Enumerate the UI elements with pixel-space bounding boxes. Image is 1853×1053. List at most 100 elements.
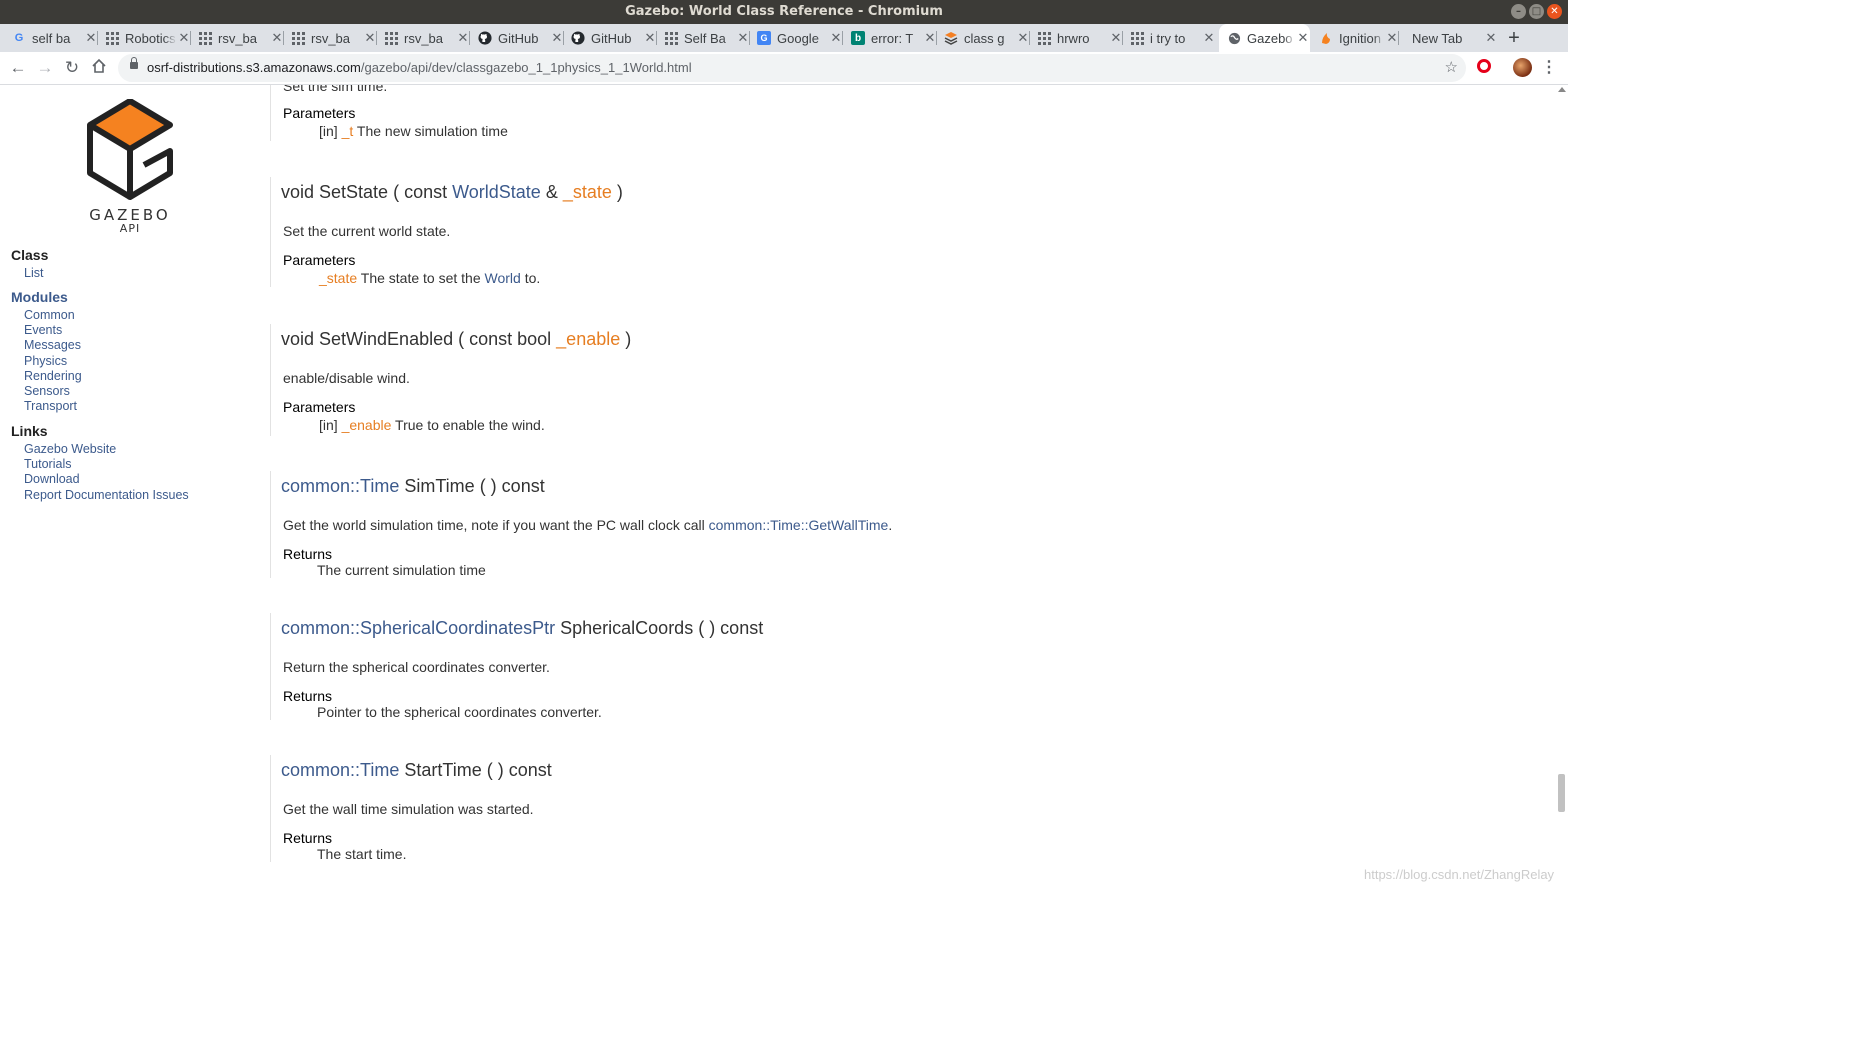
forward-button[interactable]: → [35,58,55,78]
maximize-button[interactable]: □ [1529,4,1544,19]
browser-tab[interactable]: rsv_ba ✕ [198,24,284,52]
apps-grid-icon [291,31,305,45]
tab-title: hrwro [1057,30,1090,46]
common-time-link[interactable]: common::Time [281,476,399,496]
close-tab-icon[interactable]: ✕ [1296,30,1310,46]
tab-title: GitHub [591,30,632,46]
member-description: Get the wall time simulation was started… [283,801,534,817]
close-tab-icon[interactable]: ✕ [363,30,377,46]
tab-title: Google [777,30,819,46]
scroll-up-arrow-icon[interactable] [1558,87,1566,92]
sidebar-link-rendering[interactable]: Rendering [24,369,82,383]
opera-extension-icon[interactable] [1477,59,1491,73]
sidebar-link-transport[interactable]: Transport [24,399,77,413]
sidebar-link-sensors[interactable]: Sensors [24,384,70,398]
bing-icon: b [851,31,865,45]
sidebar-link-gazebo-website[interactable]: Gazebo Website [24,442,116,456]
back-button[interactable]: ← [8,58,28,78]
sidebar-link-physics[interactable]: Physics [24,354,67,368]
browser-tab[interactable]: Ignition ✕ [1319,24,1399,52]
apps-grid-icon [105,31,119,45]
sidebar-link-common[interactable]: Common [24,308,75,322]
close-window-button[interactable]: ✕ [1547,4,1562,19]
bookmark-star-icon[interactable]: ☆ [1445,54,1458,82]
close-tab-icon[interactable]: ✕ [1484,30,1498,46]
browser-tab[interactable]: i try to ✕ [1130,24,1216,52]
sphericalcoordinatesptr-link[interactable]: common::SphericalCoordinatesPtr [281,618,555,638]
browser-tab[interactable]: GitHub ✕ [478,24,564,52]
common-time-link[interactable]: common::Time [281,760,399,780]
close-tab-icon[interactable]: ✕ [177,30,191,46]
url-text[interactable]: osrf-distributions.s3.amazonaws.com/gaze… [147,54,692,82]
member-signature: common::Time StartTime ( ) const [281,760,552,780]
ignition-icon [1319,31,1333,45]
close-tab-icon[interactable]: ✕ [270,30,284,46]
world-link[interactable]: World [485,270,521,286]
browser-tab[interactable]: GitHub ✕ [571,24,657,52]
reload-button[interactable]: ↻ [62,58,82,78]
sidebar-link-list[interactable]: List [24,266,43,280]
tab-title: New Tab [1412,30,1463,46]
lock-icon [130,57,138,69]
close-tab-icon[interactable]: ✕ [1109,30,1123,46]
member-signature: common::Time SimTime ( ) const [281,476,545,496]
worldstate-link[interactable]: WorldState [452,182,541,202]
browser-tab[interactable]: class g ✕ [944,24,1030,52]
browser-tab[interactable]: G Google ✕ [757,24,843,52]
member-signature: void SetWindEnabled ( const bool _enable… [281,329,632,349]
member-setwindenabled: void SetWindEnabled ( const bool _enable… [270,324,1271,436]
browser-tab[interactable]: b error: T ✕ [851,24,937,52]
browser-tab[interactable]: rsv_ba ✕ [384,24,470,52]
sidebar-link-download[interactable]: Download [24,472,80,486]
close-tab-icon[interactable]: ✕ [643,30,657,46]
tab-title: rsv_ba [218,30,258,46]
sidebar-link-events[interactable]: Events [24,323,62,337]
tab-title: rsv_ba [404,30,444,46]
close-tab-icon[interactable]: ✕ [1202,30,1216,46]
scrollbar-thumb[interactable] [1558,774,1565,812]
tab-title: class g [964,30,1005,46]
window-controls: – □ ✕ [1511,4,1562,19]
browser-tab[interactable]: New Tab ✕ [1412,24,1498,52]
browser-tab-active[interactable]: Gazebo ✕ [1219,24,1310,52]
close-tab-icon[interactable]: ✕ [923,30,937,46]
browser-tab[interactable]: rsv_ba ✕ [291,24,377,52]
page-scrollbar[interactable] [1555,85,1568,891]
member-sphericalcoords: common::SphericalCoordinatesPtr Spherica… [270,613,1271,720]
browser-tab[interactable]: G self ba ✕ [12,24,98,52]
returns-text: The start time. [317,846,407,862]
browser-tab[interactable]: Self Ba ✕ [664,24,750,52]
modules-heading[interactable]: Modules [11,289,68,305]
sidebar-link-messages[interactable]: Messages [24,338,81,352]
browser-menu-button[interactable]: ⋮ [1541,58,1557,78]
close-tab-icon[interactable]: ✕ [829,30,843,46]
parameter-row: _state The state to set the World to. [319,270,541,286]
browser-tab[interactable]: Robotics ✕ [105,24,191,52]
minimize-button[interactable]: – [1511,4,1526,19]
parameter-row: [in] _enable True to enable the wind. [319,417,545,433]
sidebar-link-tutorials[interactable]: Tutorials [24,457,71,471]
google-translate-icon: G [757,31,771,45]
github-icon [571,31,585,45]
home-button[interactable] [89,58,109,78]
getwalltime-link[interactable]: common::Time::GetWallTime [709,517,889,533]
close-tab-icon[interactable]: ✕ [550,30,564,46]
gazebo-logo-icon [87,99,173,200]
tab-title: Self Ba [684,30,726,46]
member-starttime: common::Time StartTime ( ) const Get the… [270,755,1271,862]
browser-tab[interactable]: hrwro ✕ [1037,24,1123,52]
close-tab-icon[interactable]: ✕ [456,30,470,46]
close-tab-icon[interactable]: ✕ [84,30,98,46]
member-description: Return the spherical coordinates convert… [283,659,550,675]
close-tab-icon[interactable]: ✕ [1016,30,1030,46]
close-tab-icon[interactable]: ✕ [1385,30,1399,46]
tab-title: Gazebo [1247,30,1293,46]
window-title: Gazebo: World Class Reference - Chromium [625,4,943,19]
profile-avatar[interactable] [1513,58,1532,77]
close-tab-icon[interactable]: ✕ [736,30,750,46]
member-settime: Set the sim time. Parameters [in] _t The… [270,85,1271,141]
address-bar[interactable]: osrf-distributions.s3.amazonaws.com/gaze… [118,54,1466,82]
apps-grid-icon [1130,31,1144,45]
new-tab-button[interactable]: + [1505,24,1523,52]
sidebar-link-report-issues[interactable]: Report Documentation Issues [24,488,189,502]
